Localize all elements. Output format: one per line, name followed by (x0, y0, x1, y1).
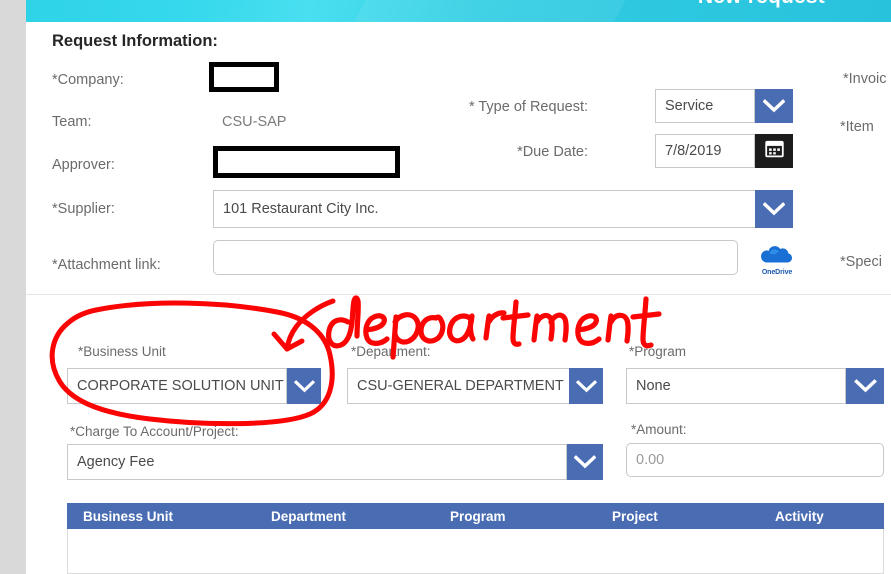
onedrive-label: OneDrive (761, 269, 793, 276)
calendar-icon (764, 140, 784, 163)
page-banner: New request (26, 0, 891, 22)
type-of-request-dropdown-button[interactable] (755, 89, 793, 123)
chevron-down-icon (574, 455, 596, 469)
grid-column-business-unit[interactable]: Business Unit (83, 503, 173, 529)
amount-label: *Amount: (631, 422, 687, 437)
type-of-request-label: * Type of Request: (468, 99, 588, 115)
chevron-down-icon (853, 379, 877, 393)
team-label: Team: (52, 114, 92, 130)
section-divider (26, 294, 891, 295)
onedrive-cloud-icon (759, 246, 795, 269)
approver-value-redaction[interactable] (213, 146, 400, 178)
annotation-overlay (49, 295, 662, 427)
invoice-label-truncated: *Invoic (843, 71, 887, 87)
grid-column-activity[interactable]: Activity (775, 503, 824, 529)
business-unit-dropdown-button[interactable] (287, 368, 321, 404)
chevron-down-icon (575, 379, 597, 393)
supplier-label: *Supplier: (52, 201, 115, 217)
grid-column-department[interactable]: Department (271, 503, 346, 529)
supplier-input[interactable]: 101 Restaurant City Inc. (213, 190, 756, 228)
company-value-redaction[interactable] (209, 62, 279, 92)
item-label-truncated: *Item (840, 119, 874, 135)
approver-label: Approver: (52, 157, 115, 173)
charge-to-account-label: *Charge To Account/Project: (70, 424, 239, 439)
charge-to-account-input[interactable]: Agency Fee (67, 444, 567, 480)
due-date-input[interactable]: 7/8/2019 (655, 134, 755, 168)
new-request-form-screen: New request Request Information: *Compan… (0, 0, 891, 574)
page-title: New request (698, 0, 825, 9)
business-unit-label: *Business Unit (78, 344, 166, 359)
left-gutter (0, 0, 26, 574)
special-label-truncated: *Speci (840, 254, 882, 270)
program-input[interactable]: None (626, 368, 846, 404)
attachment-link-input[interactable] (213, 240, 738, 275)
department-input[interactable]: CSU-GENERAL DEPARTMENT (347, 368, 574, 404)
department-dropdown-button[interactable] (569, 368, 603, 404)
team-value: CSU-SAP (222, 114, 287, 130)
company-label: *Company: (52, 72, 124, 88)
distribution-grid-body[interactable] (67, 529, 884, 574)
onedrive-button[interactable]: OneDrive (754, 245, 800, 276)
chevron-down-icon (763, 202, 785, 216)
department-label: *Department: (351, 344, 431, 359)
due-date-label: *Due Date: (517, 144, 588, 160)
program-dropdown-button[interactable] (846, 368, 884, 404)
program-label: *Program (629, 344, 687, 359)
business-unit-input[interactable]: CORPORATE SOLUTION UNIT (67, 368, 287, 404)
type-of-request-input[interactable]: Service (655, 89, 755, 123)
amount-input[interactable]: 0.00 (626, 443, 884, 477)
charge-to-account-dropdown-button[interactable] (567, 444, 603, 480)
attachment-link-label: *Attachment link: (52, 257, 161, 273)
section-title-request-information: Request Information: (52, 32, 218, 50)
grid-column-program[interactable]: Program (450, 503, 506, 529)
chevron-down-icon (763, 99, 785, 113)
chevron-down-icon (293, 379, 315, 393)
distribution-grid-header: Business Unit Department Program Project… (67, 503, 884, 529)
grid-column-project[interactable]: Project (612, 503, 658, 529)
supplier-dropdown-button[interactable] (755, 190, 793, 228)
calendar-picker-button[interactable] (755, 134, 793, 168)
